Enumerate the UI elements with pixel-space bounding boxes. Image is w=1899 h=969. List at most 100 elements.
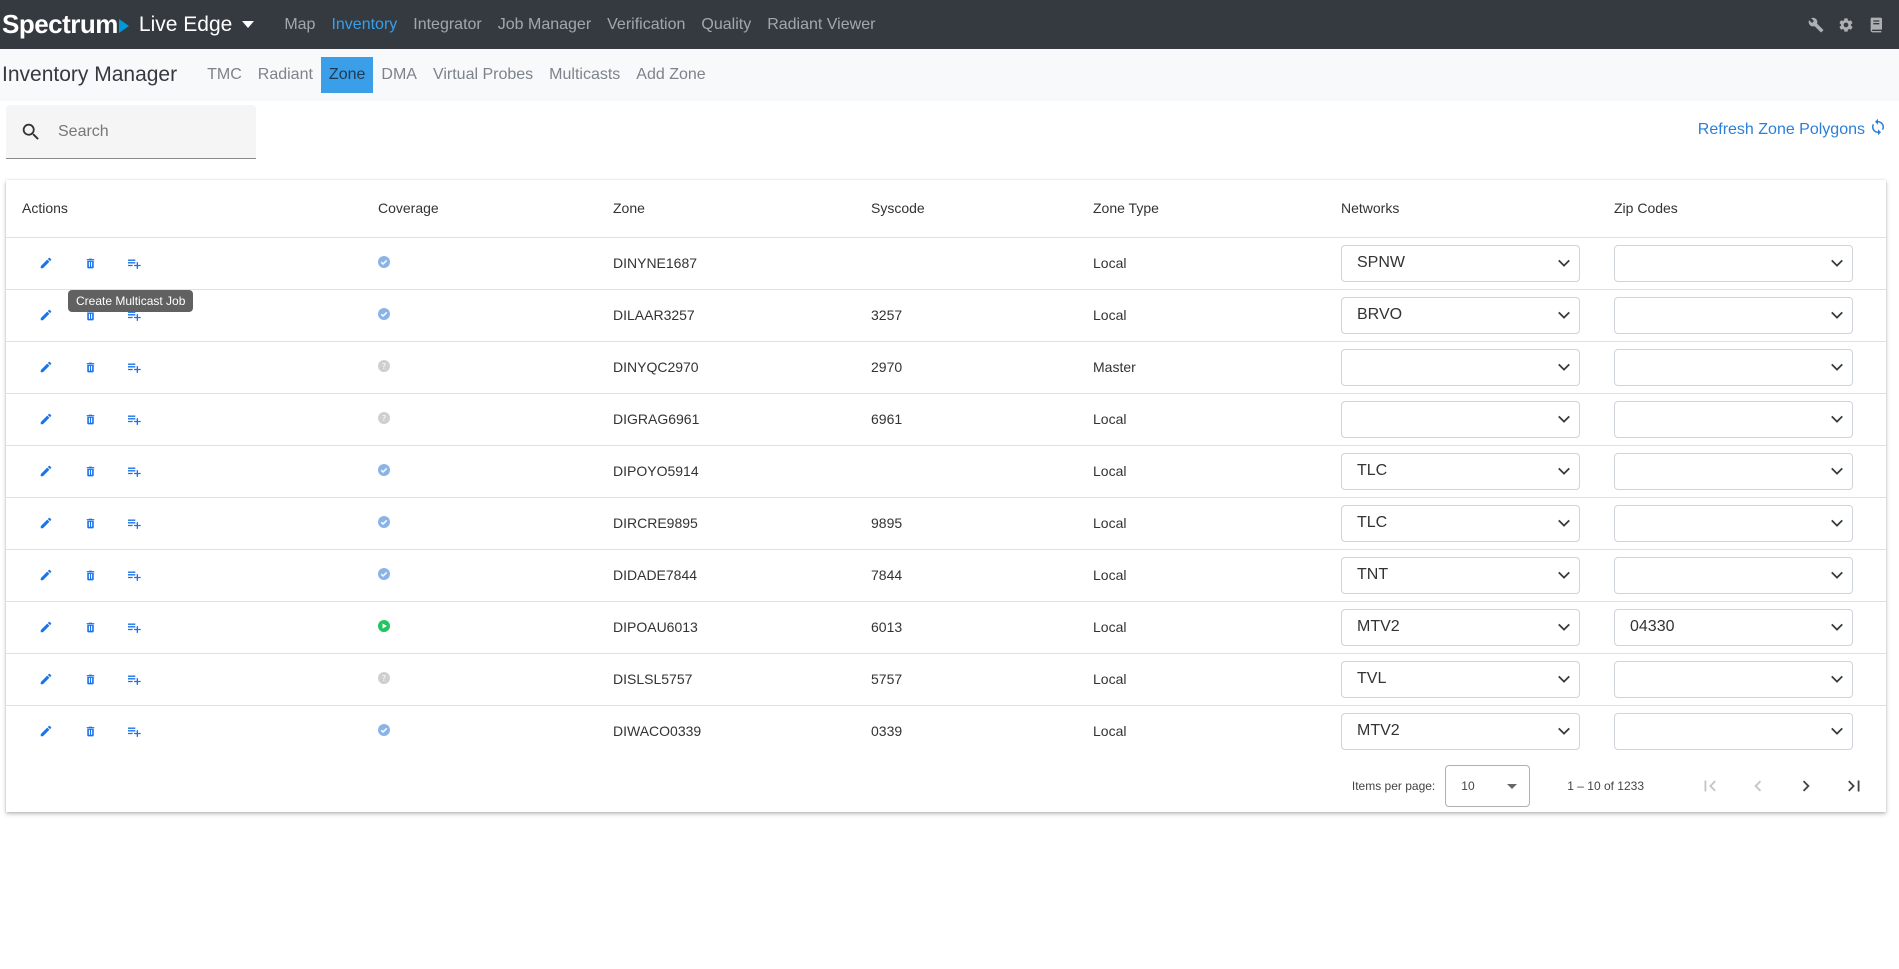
delete-icon[interactable]: [82, 671, 98, 687]
edit-icon[interactable]: [38, 671, 54, 687]
items-per-page-label: Items per page:: [1351, 779, 1436, 793]
networks-select-value: TVL: [1357, 670, 1387, 687]
actions-cell: [6, 393, 378, 446]
delete-icon[interactable]: [82, 463, 98, 479]
networks-select[interactable]: TLC: [1341, 504, 1580, 542]
networks-cell: SPNW: [1341, 237, 1614, 290]
zip-codes-select[interactable]: [1614, 244, 1853, 282]
zip-codes-cell: [1614, 237, 1886, 290]
table-body: DINYNE1687 Local SPNW DILAAR3257 3257 Local BR…: [6, 237, 1886, 757]
edit-icon[interactable]: [38, 723, 54, 739]
edit-icon[interactable]: [38, 307, 54, 323]
tab-dma[interactable]: DMA: [373, 57, 425, 93]
next-page-button[interactable]: [1786, 766, 1826, 806]
caret-down-icon[interactable]: [242, 21, 255, 28]
edit-icon[interactable]: [38, 359, 54, 375]
create-multicast-job-icon[interactable]: [126, 671, 142, 687]
delete-icon[interactable]: [82, 567, 98, 583]
edit-icon[interactable]: [38, 515, 54, 531]
zone-cell: DIWACO0339: [613, 723, 702, 740]
gear-icon[interactable]: [1837, 16, 1855, 34]
networks-cell: TVL: [1341, 653, 1614, 706]
networks-select[interactable]: BRVO: [1341, 296, 1580, 334]
zip-codes-select[interactable]: [1614, 348, 1853, 386]
create-multicast-job-icon[interactable]: [126, 359, 142, 375]
nav-quality[interactable]: Quality: [701, 0, 751, 49]
edit-icon[interactable]: [38, 411, 54, 427]
networks-select-value: TNT: [1357, 566, 1389, 583]
first-page-button[interactable]: [1690, 766, 1730, 806]
actions-cell: [6, 705, 378, 757]
zip-codes-select[interactable]: [1614, 452, 1853, 490]
zip-codes-select[interactable]: [1614, 296, 1853, 334]
search-field[interactable]: [6, 105, 256, 159]
create-multicast-job-icon[interactable]: [126, 567, 142, 583]
networks-select[interactable]: TNT: [1341, 556, 1580, 594]
nav-verification[interactable]: Verification: [607, 0, 685, 49]
delete-icon[interactable]: [82, 619, 98, 635]
networks-select[interactable]: TLC: [1341, 452, 1580, 490]
chevron-down-icon: [1830, 308, 1844, 322]
items-per-page-select[interactable]: 10: [1445, 765, 1531, 807]
delete-icon[interactable]: [82, 515, 98, 531]
networks-select[interactable]: SPNW: [1341, 244, 1580, 282]
nav-job-manager[interactable]: Job Manager: [498, 0, 591, 49]
refresh-zone-polygons-button[interactable]: Refresh Zone Polygons: [1698, 118, 1887, 141]
header-syscode[interactable]: Syscode: [871, 180, 1093, 238]
zip-codes-select[interactable]: [1614, 712, 1853, 750]
tab-radiant[interactable]: Radiant: [250, 57, 321, 93]
book-icon[interactable]: [1867, 16, 1885, 34]
nav-map[interactable]: Map: [284, 0, 315, 49]
brand[interactable]: Spectrum Live Edge: [2, 9, 255, 40]
create-multicast-job-icon[interactable]: [126, 255, 142, 271]
inventory-subnav: Inventory Manager TMC Radiant Zone DMA V…: [0, 49, 1899, 101]
wrench-icon[interactable]: [1807, 16, 1825, 34]
delete-icon[interactable]: [82, 723, 98, 739]
networks-select[interactable]: MTV2: [1341, 608, 1580, 646]
zip-codes-select[interactable]: [1614, 660, 1853, 698]
nav-radiant-viewer[interactable]: Radiant Viewer: [767, 0, 875, 49]
networks-select[interactable]: [1341, 400, 1580, 438]
header-zone-type[interactable]: Zone Type: [1093, 180, 1341, 238]
table-row: DILAAR3257 3257 Local BRVO: [6, 289, 1886, 342]
syscode-cell: 0339: [871, 723, 903, 740]
zip-codes-select[interactable]: [1614, 556, 1853, 594]
networks-cell: BRVO: [1341, 289, 1614, 342]
tab-virtual-probes[interactable]: Virtual Probes: [425, 57, 541, 93]
tab-tmc[interactable]: TMC: [199, 57, 250, 93]
tab-multicasts[interactable]: Multicasts: [541, 57, 628, 93]
zone-cell: DIPOYO5914: [613, 445, 871, 498]
edit-icon[interactable]: [38, 255, 54, 271]
tab-zone[interactable]: Zone: [320, 57, 374, 93]
delete-icon[interactable]: [82, 359, 98, 375]
networks-select[interactable]: MTV2: [1341, 712, 1580, 750]
header-zone[interactable]: Zone: [613, 180, 871, 238]
edit-icon[interactable]: [38, 463, 54, 479]
create-multicast-job-icon[interactable]: [126, 723, 142, 739]
edit-icon[interactable]: [38, 567, 54, 583]
nav-integrator[interactable]: Integrator: [413, 0, 481, 49]
networks-select[interactable]: TVL: [1341, 660, 1580, 698]
delete-icon[interactable]: [82, 255, 98, 271]
delete-icon[interactable]: [82, 411, 98, 427]
edit-icon[interactable]: [38, 619, 54, 635]
last-page-icon: [1848, 780, 1860, 792]
last-page-button[interactable]: [1834, 766, 1874, 806]
header-coverage[interactable]: Coverage: [378, 180, 613, 238]
create-multicast-job-icon[interactable]: [126, 411, 142, 427]
search-input[interactable]: [58, 122, 238, 141]
create-multicast-job-icon[interactable]: [126, 463, 142, 479]
tab-add-zone[interactable]: Add Zone: [628, 57, 713, 93]
zone-cell: DISLSL5757: [613, 653, 871, 706]
create-multicast-job-icon[interactable]: [126, 515, 142, 531]
zip-codes-select[interactable]: [1614, 504, 1853, 542]
previous-page-button[interactable]: [1738, 766, 1778, 806]
zip-codes-select[interactable]: [1614, 400, 1853, 438]
syscode-cell: 3257: [871, 289, 1093, 342]
create-multicast-job-icon[interactable]: [126, 619, 142, 635]
refresh-icon: [1865, 118, 1887, 141]
zone-type-cell: Local: [1093, 237, 1341, 290]
networks-select[interactable]: [1341, 348, 1580, 386]
nav-inventory[interactable]: Inventory: [331, 0, 397, 49]
zip-codes-select[interactable]: 04330: [1614, 608, 1853, 646]
